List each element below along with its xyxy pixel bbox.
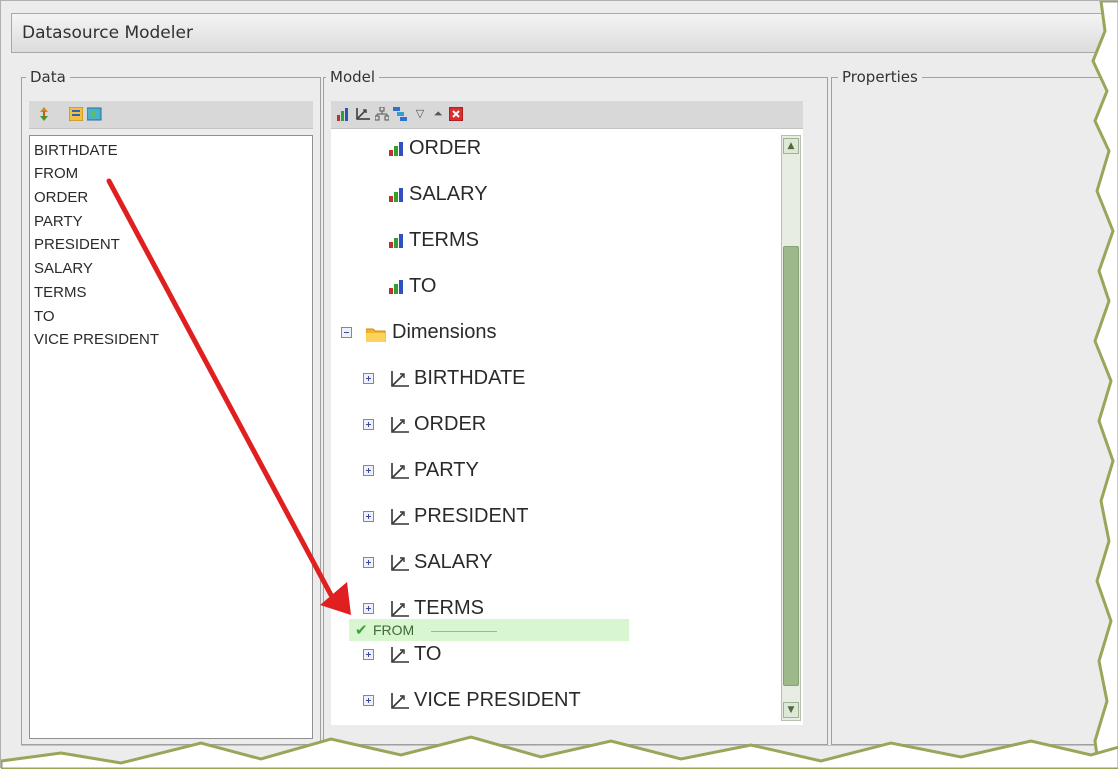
model-toolbar: ▽ ⏶ [331,101,803,129]
model-panel-label: Model [326,68,380,86]
drop-target-indicator: ✔ FROM [349,619,629,641]
dimension-icon [391,692,409,709]
expand-icon[interactable] [363,603,374,615]
tree-item-label: SALARY [409,183,488,205]
tree-item-label: BIRTHDATE [414,367,526,389]
add-calculated-field-icon[interactable] [68,106,84,122]
data-field-item[interactable]: PRESIDENT [34,236,120,253]
add-measure-icon[interactable] [337,107,351,121]
tree-item-label: PARTY [414,459,479,481]
data-field-item[interactable]: SALARY [34,260,93,277]
properties-panel: Properties [831,68,1118,745]
window-title: Datasource Modeler [22,23,193,43]
tree-item-label: PRESIDENT [414,505,529,527]
tree-item-dimension[interactable]: TO [363,643,441,666]
tree-item-dimension[interactable]: PARTY [363,459,479,482]
scroll-up-icon[interactable]: ▲ [783,138,799,154]
tree-item-label: TO [414,643,442,665]
expand-icon[interactable] [363,649,374,661]
move-up-icon[interactable]: ⏶ [431,107,445,121]
measure-icon [389,141,405,156]
add-dimension-icon[interactable] [355,107,370,121]
refresh-data-icon[interactable] [86,107,102,121]
tree-item-dimension[interactable]: TERMS [363,597,484,620]
measure-icon [389,187,405,202]
tree-item-label: TO [409,275,437,297]
dimension-icon [391,462,409,479]
title-bar: Datasource Modeler [11,13,1118,53]
data-field-item[interactable]: VICE PRESIDENT [34,331,159,348]
scroll-down-icon[interactable]: ▼ [783,702,799,718]
dimension-icon [391,600,409,617]
torn-edge-bottom [1,735,1118,769]
dimension-icon [391,554,409,571]
move-down-icon[interactable]: ▽ [413,107,427,121]
dimension-icon [391,646,409,663]
tree-item-measure[interactable]: TO [389,275,436,298]
tree-item-label: VICE PRESIDENT [414,689,581,711]
collapse-icon[interactable] [341,327,352,339]
expand-icon[interactable] [363,465,374,477]
add-hierarchy-icon[interactable] [374,106,390,121]
tree-item-dimension[interactable]: PRESIDENT [363,505,528,528]
sort-icon[interactable] [37,107,51,121]
datasource-modeler-window: Datasource Modeler Data BIRTHDATE FROM O… [0,0,1118,769]
tree-item-dimension[interactable]: VICE PRESIDENT [363,689,581,712]
data-field-item[interactable]: FROM [34,165,78,182]
tree-item-dimension[interactable]: SALARY [363,551,493,574]
data-field-item[interactable]: TO [34,308,55,325]
tree-item-dimension[interactable]: BIRTHDATE [363,367,526,390]
expand-icon[interactable] [363,373,374,385]
expand-icon[interactable] [363,695,374,707]
torn-edge-right [1091,1,1118,769]
expand-icon[interactable] [363,511,374,523]
data-toolbar [29,101,313,129]
delete-icon[interactable] [448,106,464,122]
data-field-list[interactable]: BIRTHDATE FROM ORDER PARTY PRESIDENT SAL… [29,135,313,739]
add-level-icon[interactable] [393,107,407,121]
properties-panel-label: Properties [838,68,922,86]
folder-icon [365,325,386,343]
tree-item-label: SALARY [414,551,493,573]
tree-folder-label: Dimensions [392,321,497,343]
data-field-item[interactable]: BIRTHDATE [34,142,118,159]
measure-icon [389,233,405,248]
drop-line [431,631,497,632]
tree-item-label: ORDER [414,413,487,435]
data-field-item[interactable]: TERMS [34,284,87,301]
data-panel-label: Data [26,68,70,86]
dimension-icon [391,508,409,525]
tree-item-measure[interactable]: TERMS [389,229,479,252]
scroll-thumb[interactable] [783,246,799,686]
model-scrollbar[interactable]: ▲ ▼ [781,135,801,721]
data-field-item[interactable]: ORDER [34,189,88,206]
tree-item-label: TERMS [409,229,479,251]
data-field-item[interactable]: PARTY [34,213,83,230]
tree-item-measure[interactable]: ORDER [389,137,481,160]
tree-item-dimension[interactable]: ORDER [363,413,486,436]
dimension-icon [391,370,409,387]
expand-icon[interactable] [363,419,374,431]
measure-icon [389,279,405,294]
tree-item-label: TERMS [414,597,484,619]
drag-item-label: FROM [373,622,415,638]
expand-icon[interactable] [363,557,374,569]
dimension-icon [391,416,409,433]
tree-item-label: ORDER [409,137,482,159]
tree-item-measure[interactable]: SALARY [389,183,488,206]
check-icon: ✔ [355,621,368,639]
tree-folder-dimensions[interactable]: Dimensions [341,321,496,344]
